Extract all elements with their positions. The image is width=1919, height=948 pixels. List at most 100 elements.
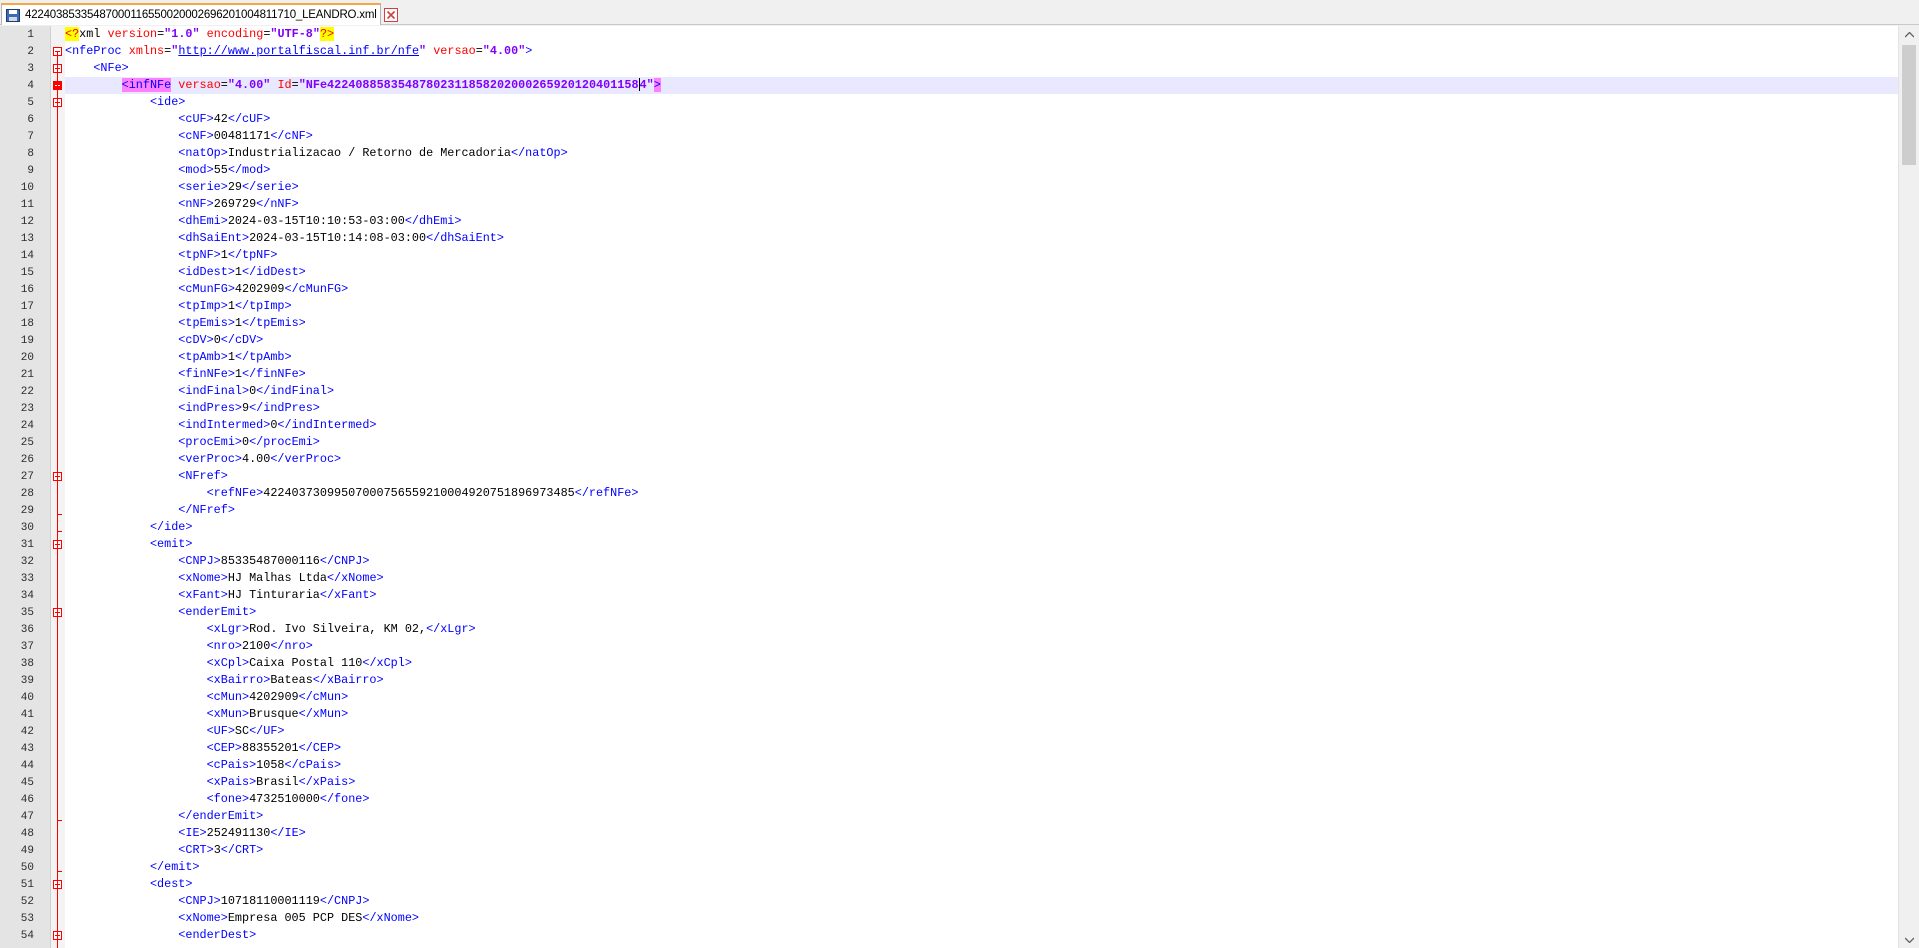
code-line[interactable]: <NFe> [65, 60, 1898, 77]
code-line[interactable]: <nro>2100</nro> [65, 638, 1898, 655]
line-number: 18 [20, 318, 34, 330]
line-number: 17 [20, 301, 34, 313]
code-line[interactable]: <xNome>HJ Malhas Ltda</xNome> [65, 570, 1898, 587]
code-line[interactable]: <dhEmi>2024-03-15T10:10:53-03:00</dhEmi> [65, 213, 1898, 230]
line-number: 53 [20, 913, 34, 925]
code-line[interactable]: <tpNF>1</tpNF> [65, 247, 1898, 264]
line-number: 15 [20, 267, 34, 279]
code-line[interactable]: <infNFe versao="4.00" Id="NFe42240885835… [65, 77, 1898, 94]
code-line[interactable]: <idDest>1</idDest> [65, 264, 1898, 281]
code-line[interactable]: <CEP>88355201</CEP> [65, 740, 1898, 757]
line-number: 29 [20, 505, 34, 517]
code-line[interactable]: <xFant>HJ Tinturaria</xFant> [65, 587, 1898, 604]
code-line[interactable]: </ide> [65, 519, 1898, 536]
line-number: 20 [20, 352, 34, 364]
code-line[interactable]: <IE>252491130</IE> [65, 825, 1898, 842]
code-line[interactable]: <cMun>4202909</cMun> [65, 689, 1898, 706]
line-number: 44 [20, 760, 34, 772]
code-line[interactable]: </enderEmit> [65, 808, 1898, 825]
line-number: 26 [20, 454, 34, 466]
line-number: 43 [20, 743, 34, 755]
file-tab-title: 4224038533548700011655002000269620100481… [25, 9, 377, 21]
code-line[interactable]: <?xml version="1.0" encoding="UTF-8"?> [65, 26, 1898, 43]
code-line[interactable]: <NFref> [65, 468, 1898, 485]
line-number: 6 [27, 114, 34, 126]
code-line[interactable]: <CNPJ>10718110001119</CNPJ> [65, 893, 1898, 910]
code-line[interactable]: <tpAmb>1</tpAmb> [65, 349, 1898, 366]
code-line[interactable]: <serie>29</serie> [65, 179, 1898, 196]
code-line[interactable]: <xBairro>Bateas</xBairro> [65, 672, 1898, 689]
close-icon[interactable] [383, 8, 398, 22]
line-number: 42 [20, 726, 34, 738]
line-number: 4 [27, 80, 34, 92]
line-number: 30 [20, 522, 34, 534]
code-line[interactable]: <indFinal>0</indFinal> [65, 383, 1898, 400]
file-tab[interactable]: 4224038533548700011655002000269620100481… [1, 3, 398, 25]
code-line[interactable]: <ide> [65, 94, 1898, 111]
line-number: 33 [20, 573, 34, 585]
arrow-down-icon[interactable] [1899, 931, 1919, 948]
fold-margin[interactable] [51, 26, 65, 948]
code-line[interactable]: <indPres>9</indPres> [65, 400, 1898, 417]
code-line[interactable]: <cDV>0</cDV> [65, 332, 1898, 349]
code-editor[interactable]: <?xml version="1.0" encoding="UTF-8"?> <n… [0, 26, 1919, 948]
line-number: 16 [20, 284, 34, 296]
line-number: 28 [20, 488, 34, 500]
code-line[interactable]: <enderDest> [65, 927, 1898, 944]
line-number: 25 [20, 437, 34, 449]
line-number: 48 [20, 828, 34, 840]
line-number: 8 [27, 148, 34, 160]
code-line[interactable]: <nfeProc xmlns="http://www.portalfiscal.… [65, 43, 1898, 60]
line-number: 35 [20, 607, 34, 619]
code-line[interactable]: <cUF>42</cUF> [65, 111, 1898, 128]
code-line[interactable]: <emit> [65, 536, 1898, 553]
code-line[interactable]: <CNPJ>85335487000116</CNPJ> [65, 553, 1898, 570]
code-line[interactable]: <dhSaiEnt>2024-03-15T10:14:08-03:00</dhS… [65, 230, 1898, 247]
code-line[interactable]: <indIntermed>0</indIntermed> [65, 417, 1898, 434]
line-number: 24 [20, 420, 34, 432]
line-number: 40 [20, 692, 34, 704]
line-number: 9 [27, 165, 34, 177]
code-line[interactable]: <procEmi>0</procEmi> [65, 434, 1898, 451]
code-line[interactable]: <tpEmis>1</tpEmis> [65, 315, 1898, 332]
line-number: 27 [20, 471, 34, 483]
code-line[interactable]: <xNome>Empresa 005 PCP DES</xNome> [65, 910, 1898, 927]
code-line[interactable]: <dest> [65, 876, 1898, 893]
code-line[interactable]: <finNFe>1</finNFe> [65, 366, 1898, 383]
line-number: 7 [27, 131, 34, 143]
line-number: 39 [20, 675, 34, 687]
code-line[interactable]: <nNF>269729</nNF> [65, 196, 1898, 213]
code-line[interactable]: </NFref> [65, 502, 1898, 519]
code-line[interactable]: <xPais>Brasil</xPais> [65, 774, 1898, 791]
code-line[interactable]: <natOp>Industrializacao / Retorno de Mer… [65, 145, 1898, 162]
code-line[interactable]: <CRT>3</CRT> [65, 842, 1898, 859]
scrollbar-thumb[interactable] [1902, 45, 1916, 165]
tab-bar: 4224038533548700011655002000269620100481… [0, 0, 1919, 25]
code-line[interactable]: <refNFe>42240373099507000756559210004920… [65, 485, 1898, 502]
code-line[interactable]: <fone>4732510000</fone> [65, 791, 1898, 808]
line-number: 5 [27, 97, 34, 109]
code-line[interactable]: </emit> [65, 859, 1898, 876]
code-line[interactable]: <verProc>4.00</verProc> [65, 451, 1898, 468]
code-line[interactable]: <UF>SC</UF> [65, 723, 1898, 740]
code-line[interactable]: <tpImp>1</tpImp> [65, 298, 1898, 315]
line-number: 1 [27, 29, 34, 41]
line-number: 23 [20, 403, 34, 415]
code-line[interactable]: <xLgr>Rod. Ivo Silveira, KM 02,</xLgr> [65, 621, 1898, 638]
line-number: 45 [20, 777, 34, 789]
line-number: 49 [20, 845, 34, 857]
code-line[interactable]: <enderEmit> [65, 604, 1898, 621]
code-line[interactable]: <cMunFG>4202909</cMunFG> [65, 281, 1898, 298]
code-line[interactable]: <cNF>00481171</cNF> [65, 128, 1898, 145]
arrow-up-icon[interactable] [1899, 26, 1919, 43]
code-line[interactable]: <xMun>Brusque</xMun> [65, 706, 1898, 723]
code-line[interactable]: <xCpl>Caixa Postal 110</xCpl> [65, 655, 1898, 672]
line-number: 38 [20, 658, 34, 670]
line-number: 10 [20, 182, 34, 194]
code-line[interactable]: <mod>55</mod> [65, 162, 1898, 179]
line-number: 13 [20, 233, 34, 245]
code-area[interactable]: <?xml version="1.0" encoding="UTF-8"?> <n… [65, 26, 1898, 948]
vertical-scrollbar[interactable] [1898, 26, 1919, 948]
code-line[interactable]: <cPais>1058</cPais> [65, 757, 1898, 774]
line-number: 14 [20, 250, 34, 262]
